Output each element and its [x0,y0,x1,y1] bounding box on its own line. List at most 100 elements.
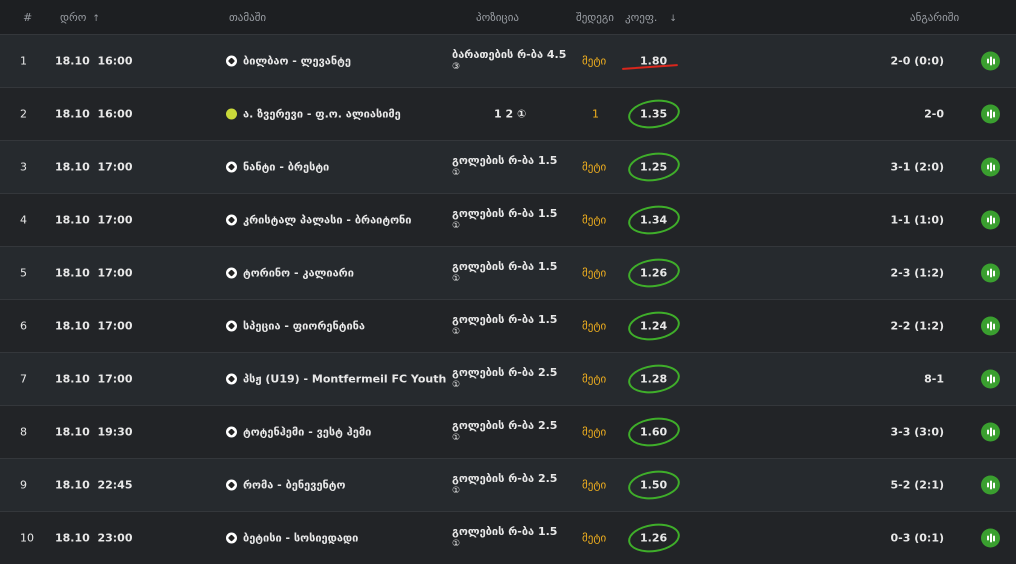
row-game-name: ნანტი - ბრესტი [243,160,330,174]
table-body: 1 18.10 16:00 ბილბაო - ლევანტე ბარათების რ-… [0,34,1016,564]
live-stats-icon[interactable] [981,475,1000,495]
row-game[interactable]: კრისტალ პალასი - ბრაიტონი [226,214,411,227]
table-row[interactable]: 3 18.10 17:00 ნანტი - ბრესტი გოლების რ-ბა 1… [0,140,1016,193]
row-odds: 1.28 [640,372,668,386]
row-game-name: ტოტენჰემი - ვესტ ჰემი [243,425,372,439]
row-result: 5-2 (2:1) [890,478,944,492]
row-game[interactable]: ნანტი - ბრესტი [226,161,329,174]
row-game[interactable]: ბილბაო - ლევანტე [226,55,351,68]
row-game[interactable]: რომა - ბენევენტო [226,479,345,492]
row-time: 16:00 [97,107,133,121]
row-datetime: 18.10 17:00 [55,320,132,333]
row-position-label: გოლების რ-ბა 2.5 [452,366,558,379]
row-choice: მეტი [582,213,607,227]
row-odds: 1.35 [640,107,668,121]
live-stats-icon[interactable] [981,157,1000,177]
row-date: 18.10 [55,213,90,227]
live-stats-icon[interactable] [981,369,1000,389]
row-num: 8 [20,425,27,439]
row-result: 3-3 (3:0) [890,425,944,439]
header-odds[interactable]: კოეფ. ↓ [625,11,677,24]
row-position: გოლების რ-ბა 1.5 ① [452,154,557,180]
row-choice: მეტი [582,54,607,68]
row-datetime: 18.10 17:00 [55,373,132,386]
table-row[interactable]: 9 18.10 22:45 რომა - ბენევენტო გოლების რ-ბა… [0,458,1016,511]
row-odds: 1.34 [640,213,668,227]
row-game-name: ბილბაო - ლევანტე [243,54,351,68]
row-num: 3 [20,160,27,174]
row-position: ბარათების რ-ბა 4.5 ③ [452,48,566,74]
row-position-sub: ① [452,433,461,443]
table-row[interactable]: 8 18.10 19:30 ტოტენჰემი - ვესტ ჰემი გოლების… [0,405,1016,458]
header-position: პოზიცია [476,11,519,24]
row-date: 18.10 [55,266,90,280]
row-game[interactable]: ბეტისი - სოსიედადი [226,532,358,545]
row-datetime: 18.10 16:00 [55,55,132,68]
live-stats-icon[interactable] [981,316,1000,336]
table-row[interactable]: 2 18.10 16:00 ა. ზვერევი - ფ.ო. ალიასიმე 1 … [0,87,1016,140]
row-time: 19:30 [97,425,133,439]
table-row[interactable]: 5 18.10 17:00 ტორინო - კალიარი გოლების რ-ბა… [0,246,1016,299]
row-position-sub: ① [452,274,461,284]
soccer-ball-icon [226,532,237,544]
row-position-label: გოლების რ-ბა 1.5 [452,313,558,326]
row-game-name: რომა - ბენევენტო [243,478,346,492]
row-game[interactable]: ტორინო - კალიარი [226,267,354,280]
row-time: 17:00 [97,319,133,333]
row-game[interactable]: ა. ზვერევი - ფ.ო. ალიასიმე [226,108,401,121]
sort-up-icon: ↑ [92,14,100,24]
live-stats-icon[interactable] [981,104,1000,124]
row-position: გოლების რ-ბა 2.5 ① [452,472,557,498]
table-row[interactable]: 4 18.10 17:00 კრისტალ პალასი - ბრაიტონი გოლ… [0,193,1016,246]
row-result: 2-3 (1:2) [890,266,944,280]
row-position-label: გოლების რ-ბა 2.5 [452,419,558,432]
row-odds: 1.80 [640,54,668,68]
row-odds: 1.26 [640,531,668,545]
row-date: 18.10 [55,54,90,68]
row-date: 18.10 [55,372,90,386]
table-row[interactable]: 6 18.10 17:00 სპეცია - ფიორენტინა გოლების რ… [0,299,1016,352]
row-date: 18.10 [55,107,90,121]
table-row[interactable]: 10 18.10 23:00 ბეტისი - სოსიედადი გოლების რ… [0,511,1016,564]
row-game[interactable]: სპეცია - ფიორენტინა [226,320,365,333]
row-game-name: ტორინო - კალიარი [243,266,354,280]
row-time: 17:00 [97,213,133,227]
row-game-name: ბეტისი - სოსიედადი [243,531,359,545]
live-stats-icon[interactable] [981,422,1000,442]
row-num: 4 [20,213,27,227]
row-result: 0-3 (0:1) [890,531,944,545]
row-result: 8-1 [924,372,944,386]
row-date: 18.10 [55,531,90,545]
row-game[interactable]: ტოტენჰემი - ვესტ ჰემი [226,426,371,439]
live-stats-icon[interactable] [981,210,1000,230]
sort-down-icon: ↓ [669,14,677,24]
row-date: 18.10 [55,478,90,492]
row-choice: მეტი [582,372,607,386]
row-num: 1 [20,54,27,68]
table-row[interactable]: 7 18.10 17:00 პსჟ (U19) - Montfermeil FC Y… [0,352,1016,405]
live-stats-icon[interactable] [981,528,1000,548]
header-result: ანგარიში [910,11,960,24]
row-num: 2 [20,107,27,121]
row-result: 2-0 [924,107,944,121]
header-time[interactable]: დრო ↑ [60,11,100,24]
soccer-ball-icon [226,479,237,491]
row-position-label: გოლების რ-ბა 1.5 [452,260,558,273]
live-stats-icon[interactable] [981,51,1000,71]
row-odds: 1.50 [640,478,668,492]
live-stats-icon[interactable] [981,263,1000,283]
row-date: 18.10 [55,160,90,174]
row-result: 2-0 (0:0) [890,54,944,68]
row-odds: 1.24 [640,319,668,333]
row-game[interactable]: პსჟ (U19) - Montfermeil FC Youth [226,373,446,386]
row-game-name: პსჟ (U19) - Montfermeil FC Youth [243,372,447,386]
row-choice: მეტი [582,531,607,545]
row-datetime: 18.10 16:00 [55,108,132,121]
table-row[interactable]: 1 18.10 16:00 ბილბაო - ლევანტე ბარათების რ-… [0,34,1016,87]
table-header: # დრო ↑ თამაში პოზიცია შედეგი კოეფ. ↓ ანგა… [0,0,1016,34]
row-choice: მეტი [582,319,607,333]
soccer-ball-icon [226,161,237,173]
row-datetime: 18.10 17:00 [55,214,132,227]
row-num: 6 [20,319,27,333]
row-position-sub: ① [452,380,461,390]
